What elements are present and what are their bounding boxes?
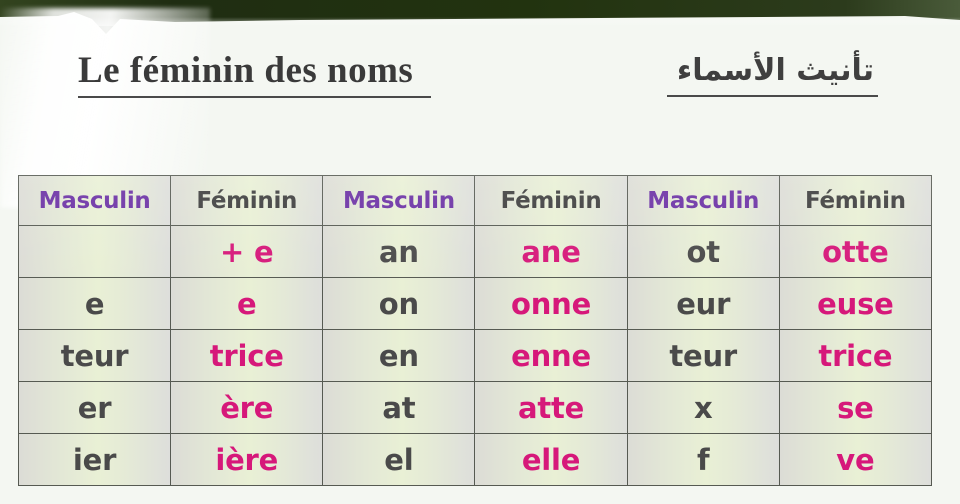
cell-masculine: x	[626, 381, 780, 434]
cell-masculine: at	[322, 381, 476, 434]
cell-masculine: ot	[626, 225, 780, 278]
cell-feminine: euse	[778, 277, 933, 330]
cell-masculine: e	[17, 277, 172, 330]
cell-masculine: er	[17, 381, 172, 434]
cell-feminine: se	[778, 381, 933, 434]
cell-feminine: ane	[474, 225, 628, 278]
cell-feminine: trice	[170, 329, 324, 382]
table-header: Masculin Féminin Masculin Féminin Mascul…	[17, 175, 933, 226]
feminine-endings-table: Masculin Féminin Masculin Féminin Mascul…	[17, 175, 933, 486]
cell-feminine: elle	[474, 433, 628, 486]
column-header-masculin-2: Masculin	[322, 175, 476, 226]
cell-feminine: + e	[170, 225, 324, 278]
table-row: e e on onne eur euse	[17, 277, 933, 330]
table-row: teur trice en enne teur trice	[17, 329, 933, 382]
page-title-arabic: تأنيث الأسماء	[666, 53, 878, 97]
cell-masculine: el	[322, 433, 476, 486]
cell-feminine: trice	[778, 329, 933, 382]
cell-masculine: ier	[17, 433, 172, 486]
table-header-row: Masculin Féminin Masculin Féminin Mascul…	[17, 175, 933, 226]
table-row: ier ière el elle f ve	[17, 433, 933, 486]
cell-masculine	[17, 225, 172, 278]
top-decorative-band	[0, 0, 960, 34]
table-body: + e an ane ot otte e e on onne eur euse …	[17, 225, 933, 486]
table-row: + e an ane ot otte	[17, 225, 933, 278]
cell-feminine: ière	[170, 433, 324, 486]
cell-feminine: otte	[778, 225, 933, 278]
page-title-french: Le féminin des noms	[78, 51, 432, 98]
column-header-feminin-3: Féminin	[778, 175, 933, 226]
cell-feminine: ère	[170, 381, 324, 434]
cell-feminine: enne	[474, 329, 628, 382]
cell-feminine: onne	[474, 277, 628, 330]
cell-masculine: f	[626, 433, 780, 486]
cell-masculine: on	[322, 277, 476, 330]
column-header-masculin-1: Masculin	[17, 175, 172, 226]
table-row: er ère at atte x se	[17, 381, 933, 434]
cell-masculine: an	[322, 225, 476, 278]
cell-masculine: teur	[626, 329, 780, 382]
cell-masculine: teur	[17, 329, 172, 382]
cell-masculine: en	[322, 329, 476, 382]
column-header-feminin-2: Féminin	[474, 175, 628, 226]
title-row: Le féminin des noms تأنيث الأسماء	[0, 51, 960, 114]
column-header-feminin-1: Féminin	[170, 175, 324, 226]
cell-feminine: atte	[474, 381, 628, 434]
cell-feminine: ve	[778, 433, 933, 486]
cell-feminine: e	[170, 277, 324, 330]
cell-masculine: eur	[626, 277, 780, 330]
column-header-masculin-3: Masculin	[626, 175, 780, 226]
top-band-shape	[0, 0, 960, 34]
